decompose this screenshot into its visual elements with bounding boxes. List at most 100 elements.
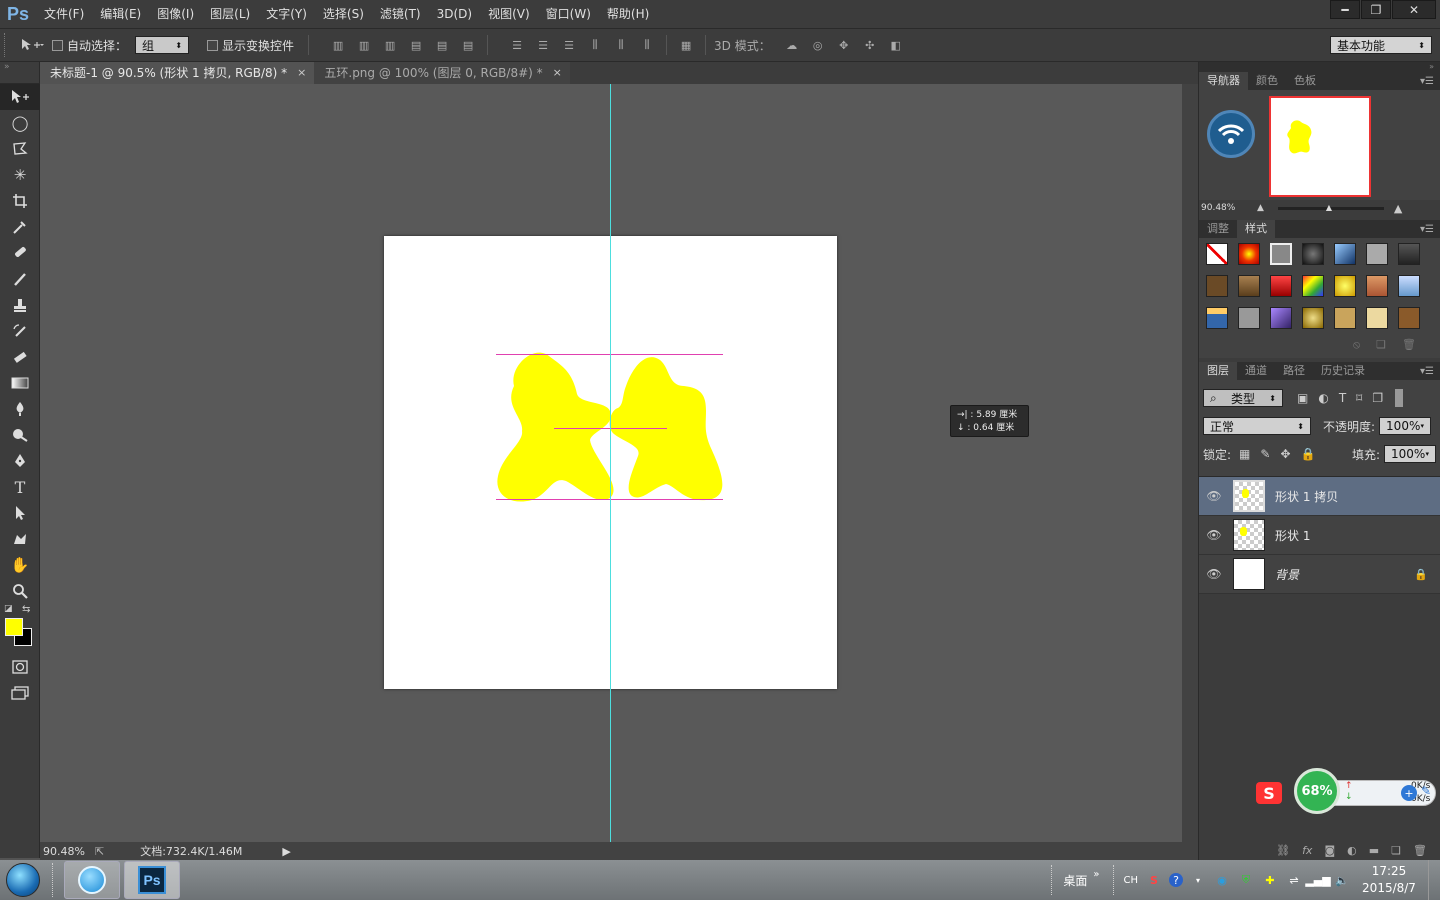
marquee-tool-icon[interactable]: ◯: [0, 110, 40, 136]
menu-select[interactable]: 选择(S): [315, 0, 372, 28]
fill-input[interactable]: 100% ▾: [1384, 445, 1436, 463]
align-top-icon[interactable]: ▥: [325, 35, 351, 55]
distribute-left-icon[interactable]: ⫼: [582, 35, 608, 55]
zoom-slider[interactable]: ▲: [1277, 203, 1384, 212]
usb-tray-icon[interactable]: ⇌: [1285, 872, 1303, 888]
add-circle-icon[interactable]: +: [1401, 785, 1417, 801]
tab-swatches[interactable]: 色板: [1286, 72, 1324, 90]
show-desktop-button[interactable]: [1428, 860, 1440, 900]
show-transform-option[interactable]: 显示变换控件: [207, 37, 294, 54]
style-swatch[interactable]: [1238, 307, 1260, 329]
panel-menu-icon[interactable]: ▾☰: [1420, 366, 1434, 377]
toolbar-expand-icon[interactable]: »: [1093, 869, 1099, 880]
restore-button[interactable]: ❐: [1361, 0, 1391, 19]
custom-shape-icon[interactable]: [0, 526, 40, 552]
zoom-out-icon[interactable]: ▲: [1257, 203, 1264, 213]
history-brush-icon[interactable]: [0, 318, 40, 344]
layer-name[interactable]: 背景: [1275, 566, 1299, 583]
vertical-scrollbar[interactable]: [1182, 84, 1198, 842]
auto-select-option[interactable]: 自动选择：: [52, 37, 127, 54]
new-layer-icon[interactable]: ❏: [1391, 844, 1401, 857]
tab-adjustments[interactable]: 调整: [1199, 220, 1237, 238]
new-style-icon[interactable]: ❏: [1376, 338, 1386, 358]
tray-expand-icon[interactable]: ▾: [1189, 872, 1207, 888]
dodge-tool-icon[interactable]: [0, 422, 40, 448]
security-shield-icon[interactable]: ⛨: [1237, 872, 1255, 888]
distribute-hcenter-icon[interactable]: ⫼: [608, 35, 634, 55]
tab-color[interactable]: 颜色: [1248, 72, 1286, 90]
style-swatch[interactable]: [1366, 307, 1388, 329]
taskbar-browser[interactable]: [64, 861, 120, 899]
tab-paths[interactable]: 路径: [1275, 362, 1313, 380]
style-swatch[interactable]: [1366, 243, 1388, 265]
zoom-in-icon[interactable]: ▲: [1394, 202, 1402, 215]
tab-layers[interactable]: 图层: [1199, 362, 1237, 380]
language-indicator[interactable]: CH: [1123, 875, 1138, 886]
gradient-tool-icon[interactable]: [0, 370, 40, 396]
style-swatch[interactable]: [1206, 307, 1228, 329]
align-bottom-icon[interactable]: ▥: [377, 35, 403, 55]
tab-document-1[interactable]: 未标题-1 @ 90.5% (形状 1 拷贝, RGB/8) * ×: [40, 62, 315, 84]
quick-mask-icon[interactable]: [0, 654, 40, 680]
help-icon[interactable]: ?: [1169, 873, 1183, 887]
distribute-vcenter-icon[interactable]: ☰: [530, 35, 556, 55]
close-button[interactable]: ✕: [1392, 0, 1436, 19]
eye-icon[interactable]: 👁: [1199, 567, 1229, 581]
style-swatch-selected[interactable]: [1270, 243, 1292, 265]
link-layers-icon[interactable]: ⛓: [1276, 844, 1290, 857]
menu-type[interactable]: 文字(Y): [258, 0, 315, 28]
panel-menu-icon[interactable]: ▾☰: [1420, 76, 1434, 87]
layer-row[interactable]: 👁 形状 1 拷贝: [1199, 477, 1440, 516]
lock-pixels-icon[interactable]: ✎: [1260, 447, 1270, 461]
foreground-color-swatch[interactable]: [5, 618, 23, 636]
tab-styles[interactable]: 样式: [1237, 220, 1275, 238]
menu-image[interactable]: 图像(I): [149, 0, 202, 28]
memory-gauge[interactable]: 68%: [1294, 768, 1340, 814]
filter-adjustment-icon[interactable]: ◐: [1318, 391, 1328, 405]
style-swatch[interactable]: [1366, 275, 1388, 297]
tab-history[interactable]: 历史记录: [1313, 362, 1373, 380]
move-tool-icon[interactable]: [0, 84, 40, 110]
panel-menu-icon[interactable]: ▾☰: [1420, 224, 1434, 235]
healing-brush-icon[interactable]: [0, 240, 40, 266]
magic-wand-icon[interactable]: ✳: [0, 162, 40, 188]
distribute-right-icon[interactable]: ⫼: [634, 35, 660, 55]
style-swatch[interactable]: [1398, 307, 1420, 329]
tab-navigator[interactable]: 导航器: [1199, 72, 1248, 90]
menu-help[interactable]: 帮助(H): [599, 0, 657, 28]
filter-type-icon[interactable]: T: [1339, 391, 1346, 405]
shape-layer-1[interactable]: [497, 352, 614, 502]
canvas-area[interactable]: →| : 5.89 厘米 ↓ : 0.64 厘米: [40, 84, 1182, 842]
volume-icon[interactable]: 🔈: [1333, 872, 1351, 888]
style-swatch[interactable]: [1238, 243, 1260, 265]
menu-window[interactable]: 窗口(W): [538, 0, 599, 28]
clear-style-icon[interactable]: ⦸: [1353, 338, 1360, 358]
screen-mode-icon[interactable]: [0, 680, 40, 706]
blend-mode-dropdown[interactable]: 正常 ⬍: [1203, 417, 1311, 435]
style-swatch[interactable]: [1398, 275, 1420, 297]
collapse-panels-icon[interactable]: »: [1199, 62, 1440, 72]
lock-position-icon[interactable]: ✥: [1280, 447, 1290, 461]
close-icon[interactable]: ×: [553, 62, 562, 84]
grip-handle[interactable]: [4, 33, 12, 57]
style-none[interactable]: [1206, 243, 1228, 265]
auto-select-dropdown[interactable]: 组 ⬍: [135, 36, 190, 54]
swap-colors-icon[interactable]: ⇆: [22, 604, 30, 615]
auto-align-icon[interactable]: ▦: [673, 35, 699, 55]
navigator-thumbnail[interactable]: [1269, 96, 1371, 197]
slide-3d-icon[interactable]: ✣: [857, 35, 883, 55]
new-group-icon[interactable]: ▬: [1369, 844, 1379, 857]
style-swatch[interactable]: [1334, 275, 1356, 297]
style-swatch[interactable]: [1334, 243, 1356, 265]
collapse-icon[interactable]: »: [0, 62, 39, 84]
workspace-dropdown[interactable]: 基本功能 ⬍: [1330, 36, 1432, 54]
brush-tool-icon[interactable]: [0, 266, 40, 292]
desktop-toolbar-label[interactable]: 桌面: [1063, 872, 1087, 889]
show-transform-checkbox[interactable]: [207, 39, 219, 51]
eyedropper-icon[interactable]: [0, 214, 40, 240]
style-swatch[interactable]: [1302, 307, 1324, 329]
style-swatch[interactable]: [1302, 275, 1324, 297]
delete-style-icon[interactable]: 🗑: [1402, 338, 1416, 358]
blur-tool-icon[interactable]: [0, 396, 40, 422]
export-icon[interactable]: ⇱: [95, 845, 104, 858]
